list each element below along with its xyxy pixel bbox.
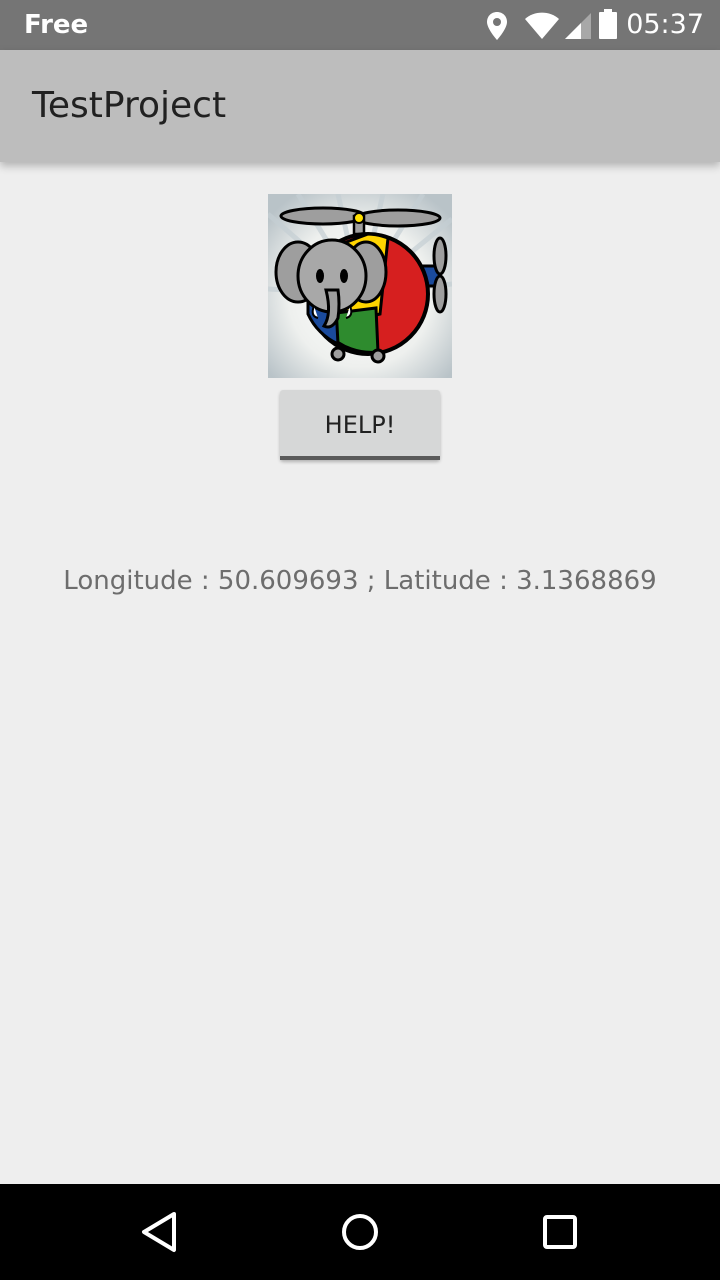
clock: 05:37 — [626, 9, 704, 40]
help-button[interactable]: HELP! — [280, 390, 440, 460]
location-icon — [487, 12, 507, 40]
battery-icon — [599, 9, 617, 39]
elephant-helicopter-logo — [268, 194, 452, 378]
wifi-icon — [525, 12, 559, 39]
app-bar: TestProject — [0, 50, 720, 162]
coordinates-text: Longitude : 50.609693 ; Latitude : 3.136… — [63, 566, 657, 596]
main-content: HELP! Longitude : 50.609693 ; Latitude :… — [0, 162, 720, 1184]
home-icon[interactable] — [330, 1202, 390, 1262]
back-icon[interactable] — [130, 1202, 190, 1262]
navigation-bar — [0, 1184, 720, 1280]
status-bar: Free 05:37 — [0, 0, 720, 50]
cellular-signal-icon — [565, 13, 591, 39]
app-title: TestProject — [32, 85, 227, 126]
carrier-label: Free — [24, 10, 89, 40]
recents-icon[interactable] — [530, 1202, 590, 1262]
